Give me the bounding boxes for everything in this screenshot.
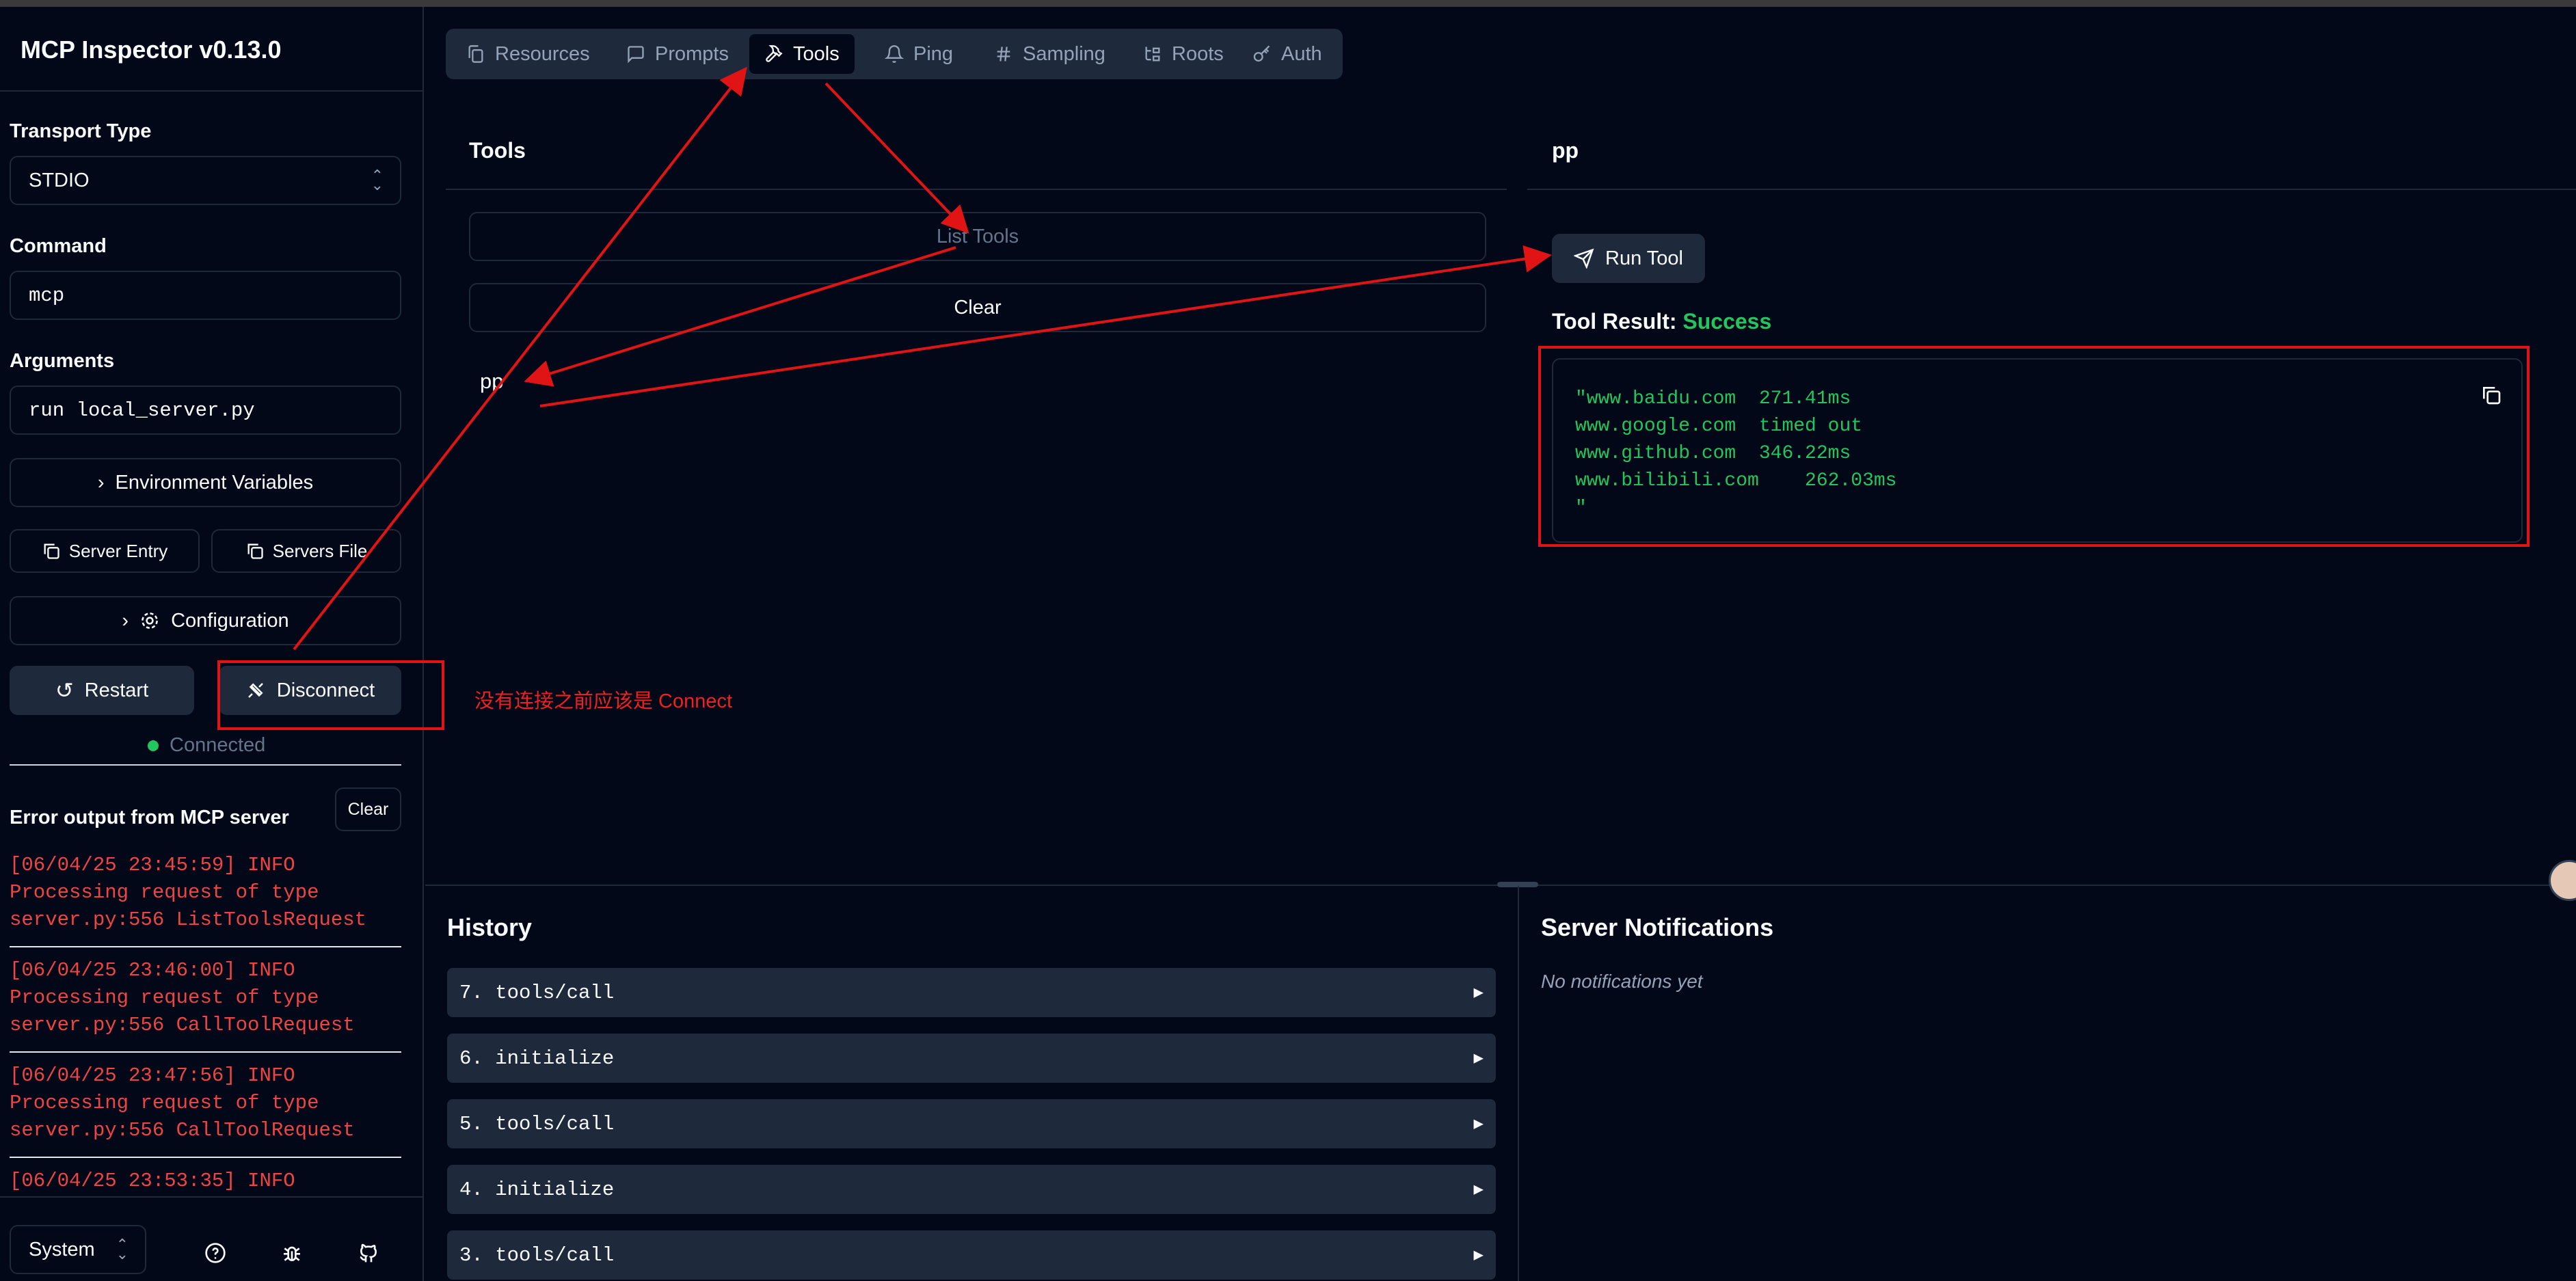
annotation-arrows: [293, 66, 1552, 651]
annotation-arrow: [293, 66, 747, 651]
annotation-arrow: [824, 82, 969, 234]
annotation-arrow: [524, 246, 956, 387]
